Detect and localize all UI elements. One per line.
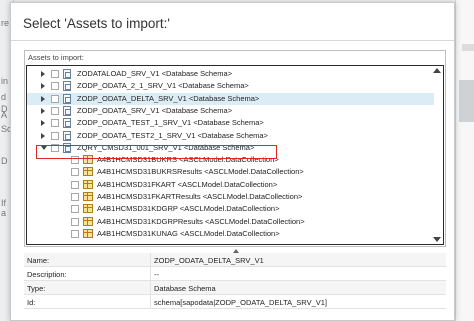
scroll-up-icon[interactable] [433, 68, 441, 73]
tree-item-schema[interactable]: ZODP_ODATA_DELTA_SRV_V1 <Database Schema… [27, 92, 434, 105]
expand-arrow-icon[interactable] [41, 120, 45, 127]
property-key: Name: [27, 256, 50, 265]
tree-item-label: ZODP_ODATA_2_1_SRV_V1 <Database Schema> [77, 81, 249, 91]
tree-item-label: ZODATALOAD_SRV_V1 <Database Schema> [77, 69, 233, 78]
tree-item-label: ZODP_ODATA_SRV_V1 <Database Schema> [77, 105, 233, 115]
database-schema-icon [63, 69, 71, 79]
tree-item-label: ZODP_ODATA_TEST2_1_SRV_V1 <Database Sche… [77, 130, 268, 140]
dialog-title: Select 'Assets to import:' [23, 16, 170, 31]
tree-item-collection[interactable]: A4B1HCMSD31KUNAG <ASCLModel.DataCollecti… [27, 228, 434, 240]
property-value: schema[sapodata|ZODP_ODATA_DELTA_SRV_V1] [154, 298, 327, 307]
tree-item-collection[interactable]: A4B1HCMSD31BUKRSResults <ASCLModel.DataC… [27, 166, 434, 178]
bg-fragment: re [1, 18, 10, 28]
select-checkbox[interactable] [51, 131, 59, 140]
expand-arrow-icon[interactable] [41, 95, 45, 102]
select-checkbox[interactable] [51, 70, 59, 78]
select-checkbox[interactable] [51, 94, 59, 103]
assets-label: Assets to import: [28, 53, 84, 62]
property-value: Database Schema [154, 284, 216, 293]
data-collection-icon [83, 216, 93, 226]
tree-item-schema[interactable]: ZODP_ODATA_SRV_V1 <Database Schema> [27, 105, 434, 117]
select-checkbox[interactable] [51, 119, 59, 128]
database-schema-icon [63, 130, 71, 141]
property-value: ZODP_ODATA_DELTA_SRV_V1 [154, 256, 264, 265]
bg-fragment: a [1, 208, 7, 218]
title-divider [11, 40, 454, 41]
property-key: Type: [27, 284, 46, 293]
select-checkbox[interactable] [51, 106, 59, 115]
assets-tree[interactable]: ZODATALOAD_SRV_V1 <Database Schema> ZODP_… [26, 65, 444, 245]
property-key: Id: [27, 298, 36, 307]
expand-arrow-icon[interactable] [41, 83, 45, 90]
expand-arrow-icon[interactable] [41, 71, 45, 77]
bg-fragment: A [1, 110, 8, 120]
highlight-annotation [36, 145, 277, 159]
tree-item-collection[interactable]: A4B1HCMSD31KDGRPResults <ASCLModel.DataC… [27, 216, 434, 228]
property-row-id: Id: schema[sapodata|ZODP_ODATA_DELTA_SRV… [24, 295, 446, 309]
property-row-description: Description: -- [24, 267, 446, 281]
scroll-down-icon[interactable] [433, 237, 441, 242]
database-schema-icon [63, 93, 71, 104]
select-checkbox[interactable] [71, 193, 79, 201]
import-assets-dialog: Select 'Assets to import:' Assets to imp… [10, 2, 455, 321]
database-schema-icon [63, 81, 71, 92]
property-key: Description: [27, 270, 67, 279]
database-schema-icon [63, 118, 71, 129]
database-schema-icon [63, 105, 71, 116]
tree-item-schema[interactable]: ZODP_ODATA_TEST_1_SRV_V1 <Database Schem… [27, 117, 434, 129]
data-collection-icon [83, 204, 93, 214]
property-row-name: Name: ZODP_ODATA_DELTA_SRV_V1 [24, 253, 446, 267]
tree-item-schema[interactable]: ZODP_ODATA_TEST2_1_SRV_V1 <Database Sche… [27, 130, 434, 142]
bg-fragment: If [1, 198, 7, 208]
bg-fragment: D [1, 156, 8, 166]
tree-item-label: A4B1HCMSD31BUKRSResults <ASCLModel.DataC… [97, 167, 304, 177]
data-collection-icon [83, 179, 93, 189]
background-right-panel [455, 0, 474, 321]
property-row-type: Type: Database Schema [24, 281, 446, 295]
bg-fragment: in [1, 76, 9, 86]
tree-item-collection[interactable]: A4B1HCMSD31KDGRP <ASCLModel.DataCollecti… [27, 203, 434, 215]
vertical-scrollbar[interactable] [433, 76, 441, 236]
expand-arrow-icon[interactable] [41, 107, 45, 114]
select-checkbox[interactable] [71, 205, 79, 214]
data-collection-icon [83, 228, 93, 238]
property-value: -- [154, 270, 159, 279]
select-checkbox[interactable] [71, 180, 79, 189]
bg-fragment: d [1, 92, 7, 102]
tree-item-label: A4B1HCMSD31FKART <ASCLModel.DataCollecti… [97, 179, 278, 189]
tree-item-label: ZODP_ODATA_DELTA_SRV_V1 <Database Schema… [77, 93, 260, 103]
assets-panel: Assets to import: ZODATALOAD_SRV_V1 <Dat… [24, 50, 446, 247]
select-checkbox[interactable] [71, 168, 79, 177]
tree-item-label: ZODP_ODATA_TEST_1_SRV_V1 <Database Schem… [77, 118, 264, 128]
data-collection-icon [83, 167, 93, 177]
tree-item-label: A4B1HCMSD31KDGRPResults <ASCLModel.DataC… [97, 216, 305, 226]
select-checkbox[interactable] [51, 82, 59, 91]
select-checkbox[interactable] [71, 229, 79, 238]
tree-item-schema[interactable]: ZODATALOAD_SRV_V1 <Database Schema> [27, 68, 434, 80]
properties-table: Name: ZODP_ODATA_DELTA_SRV_V1 Descriptio… [24, 253, 446, 312]
tree-item-label: A4B1HCMSD31FKARTResults <ASCLModel.DataC… [97, 192, 303, 201]
select-checkbox[interactable] [71, 217, 79, 226]
tree-item-schema[interactable]: ZODP_ODATA_2_1_SRV_V1 <Database Schema> [27, 80, 434, 92]
tree-item-label: A4B1HCMSD31KDGRP <ASCLModel.DataCollecti… [97, 204, 280, 214]
tree-item-collection[interactable]: A4B1HCMSD31FKARTResults <ASCLModel.DataC… [27, 191, 434, 203]
tree-item-label: A4B1HCMSD31KUNAG <ASCLModel.DataCollecti… [97, 228, 280, 238]
data-collection-icon [83, 192, 93, 201]
expand-arrow-icon[interactable] [41, 132, 45, 139]
tree-item-collection[interactable]: A4B1HCMSD31FKART <ASCLModel.DataCollecti… [27, 179, 434, 191]
